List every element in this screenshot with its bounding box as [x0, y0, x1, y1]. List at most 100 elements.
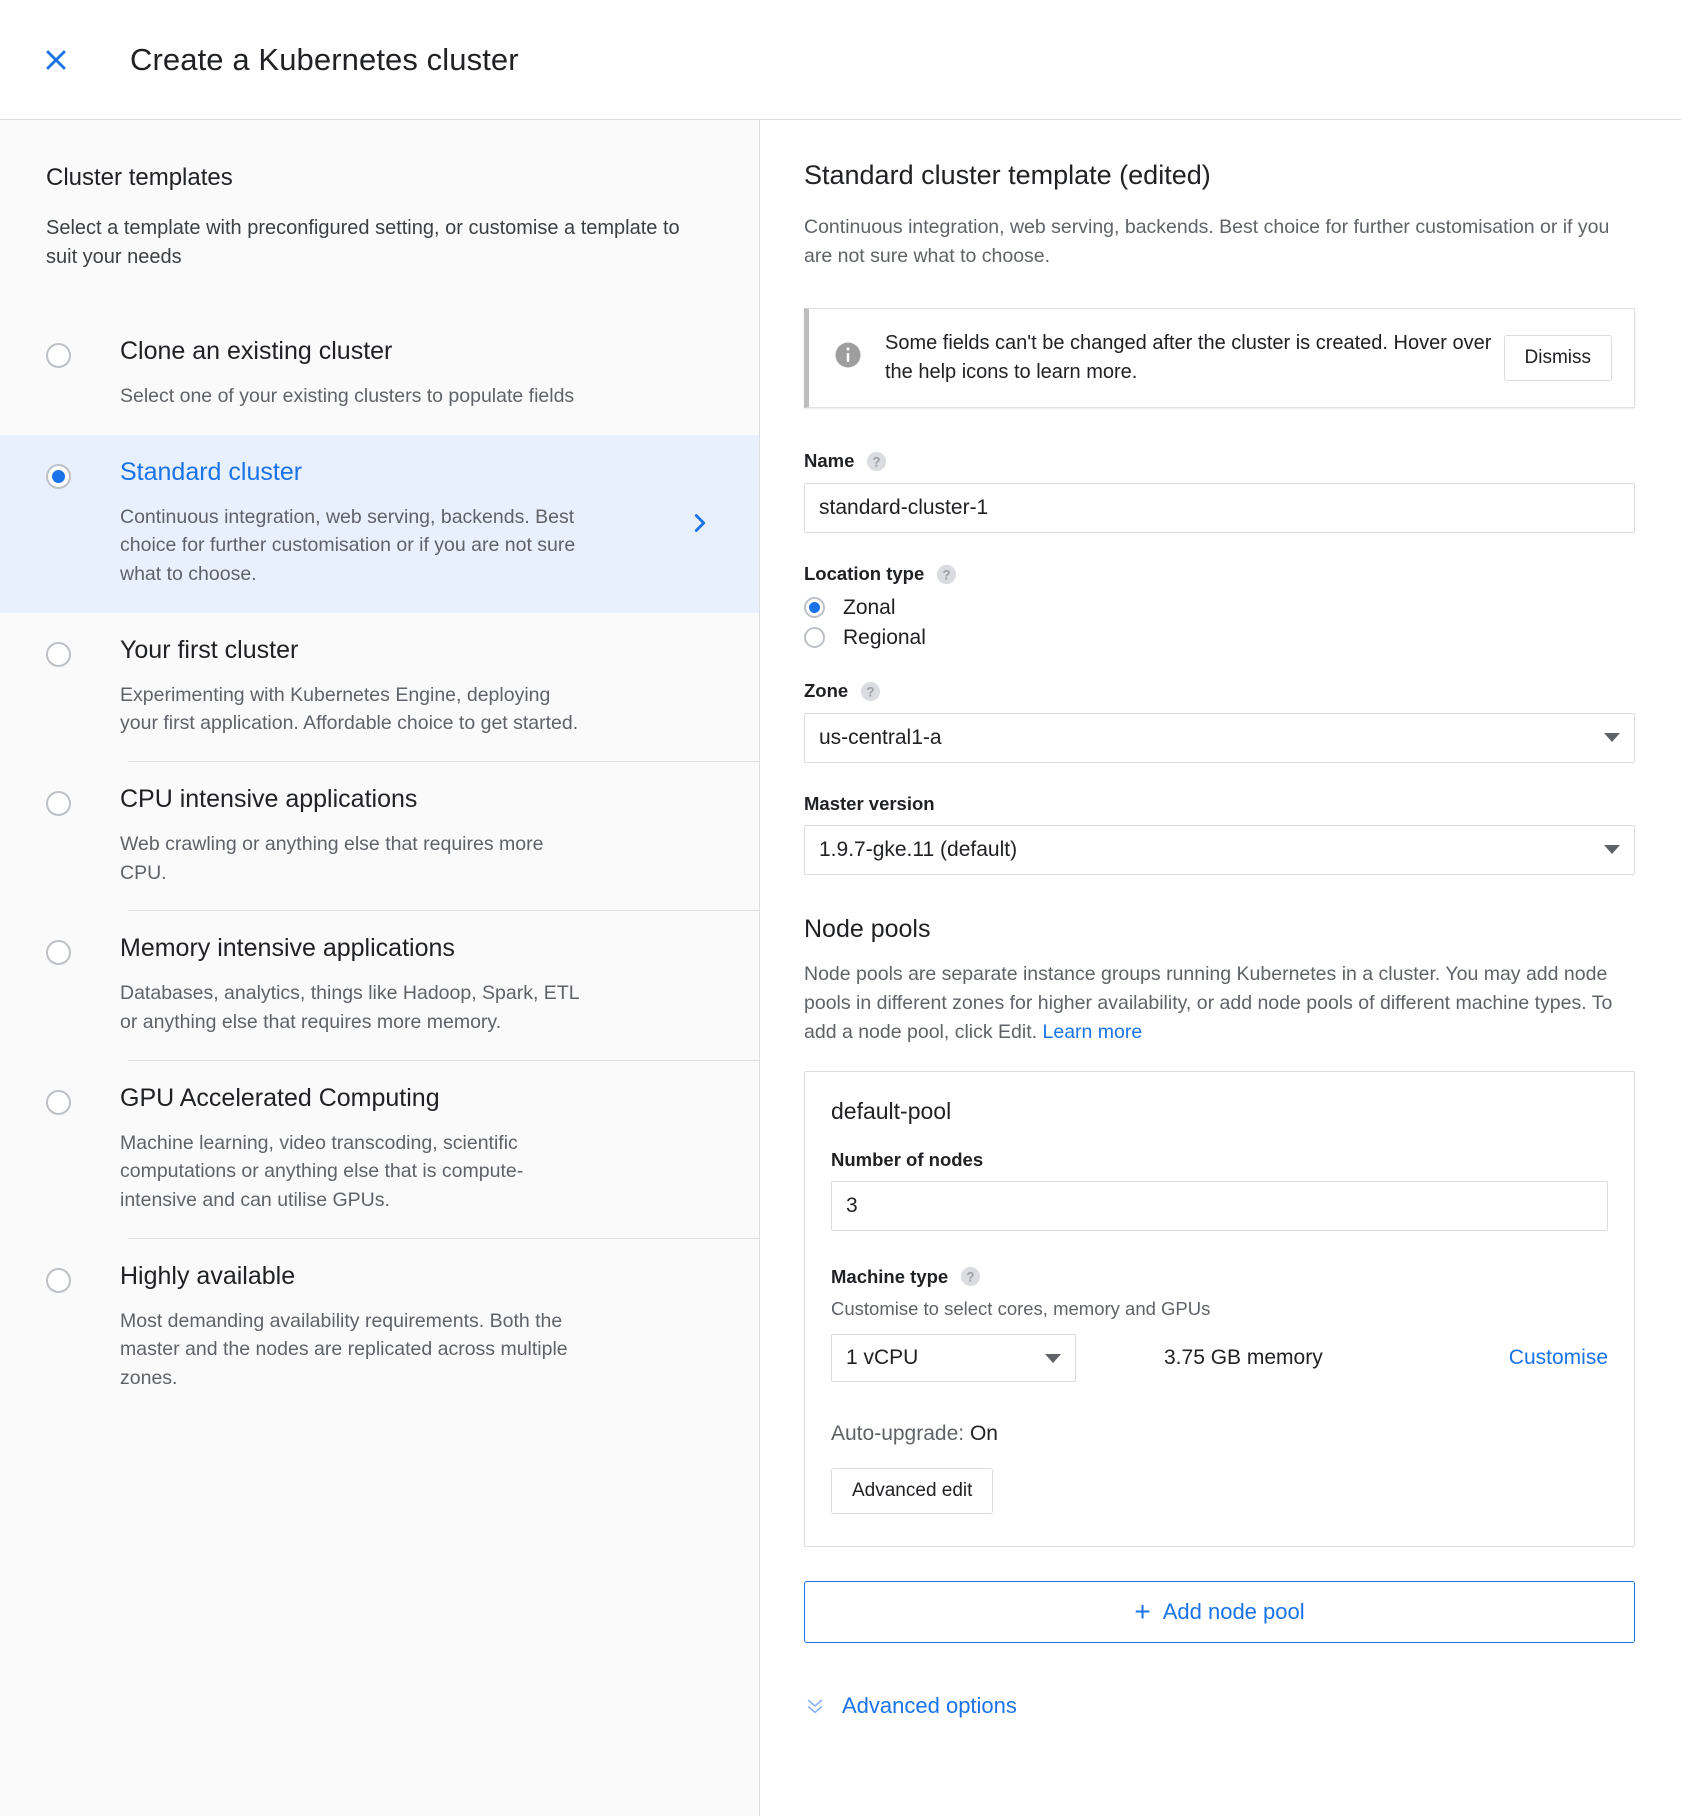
location-type-option-label: Zonal: [843, 595, 896, 619]
chevron-right-icon[interactable]: [685, 508, 715, 538]
template-description: Most demanding availability requirements…: [120, 1309, 568, 1389]
template-description: Databases, analytics, things like Hadoop…: [120, 982, 579, 1033]
radio-standard-cluster[interactable]: [46, 463, 71, 489]
machine-type-value: 1 vCPU: [846, 1346, 919, 1370]
template-option-cpu-intensive-applications[interactable]: CPU intensive applications Web crawling …: [0, 762, 759, 912]
machine-memory-value: 3.75 GB memory: [1164, 1346, 1323, 1370]
svg-text:?: ?: [867, 684, 875, 699]
location-type-group: Location type ? Zonal Regional: [804, 563, 1635, 650]
template-option-your-first-cluster[interactable]: Your first cluster Experimenting with Ku…: [0, 613, 759, 762]
template-description: Continuous integration, web serving, bac…: [120, 505, 576, 585]
radio-cpu-intensive-applications[interactable]: [46, 790, 71, 816]
template-name: GPU Accelerated Computing: [120, 1083, 440, 1112]
master-version-group: Master version 1.9.7-gke.11 (default): [804, 793, 1635, 875]
template-description: Web crawling or anything else that requi…: [120, 832, 544, 884]
help-icon[interactable]: ?: [935, 563, 958, 586]
create-cluster-dialog: Create a Kubernetes cluster Cluster temp…: [0, 0, 1681, 1817]
node-pools-title: Node pools: [804, 914, 931, 943]
template-description: Experimenting with Kubernetes Engine, de…: [120, 683, 579, 735]
cluster-config-panel: Standard cluster template (edited) Conti…: [760, 120, 1681, 1816]
add-node-pool-label: Add node pool: [1162, 1599, 1305, 1625]
info-banner: Some fields can't be changed after the c…: [804, 307, 1635, 408]
auto-upgrade-status: Auto-upgrade: On: [831, 1422, 1608, 1446]
help-icon[interactable]: ?: [859, 680, 882, 703]
customise-link[interactable]: Customise: [1509, 1346, 1608, 1370]
name-field-group: Name ?: [804, 450, 1635, 533]
master-version-select[interactable]: 1.9.7-gke.11 (default): [804, 824, 1635, 875]
number-of-nodes-label: Number of nodes: [831, 1149, 1608, 1171]
svg-text:?: ?: [873, 454, 881, 469]
radio-clone-an-existing-cluster[interactable]: [46, 343, 71, 368]
location-type-label-text: Location type: [804, 563, 925, 584]
template-name: Your first cluster: [120, 635, 299, 664]
template-option-standard-cluster[interactable]: Standard cluster Continuous integration,…: [0, 434, 759, 613]
template-name: Clone an existing cluster: [120, 337, 393, 365]
chevron-down-icon: [1604, 845, 1620, 854]
svg-text:?: ?: [943, 567, 951, 582]
help-icon[interactable]: ?: [865, 450, 888, 473]
location-type-option-label: Regional: [843, 625, 926, 649]
radio-zonal[interactable]: [804, 597, 825, 618]
machine-type-label-text: Machine type: [831, 1265, 949, 1287]
template-option-gpu-accelerated-computing[interactable]: GPU Accelerated Computing Machine learni…: [0, 1061, 759, 1239]
location-type-label: Location type ?: [804, 563, 1635, 586]
zone-field-group: Zone ? us-central1-a: [804, 680, 1635, 763]
node-pool-name: default-pool: [831, 1098, 952, 1125]
cluster-templates-sidebar: Cluster templates Select a template with…: [0, 120, 760, 1816]
sidebar-title: Cluster templates: [46, 164, 233, 191]
advanced-options-label: Advanced options: [842, 1693, 1017, 1719]
svg-text:?: ?: [967, 1270, 975, 1285]
info-banner-text: Some fields can't be changed after the c…: [885, 331, 1492, 383]
help-icon[interactable]: ?: [959, 1265, 982, 1288]
plus-icon: +: [1134, 1596, 1151, 1628]
info-icon: [833, 340, 863, 375]
template-option-highly-available[interactable]: Highly available Most demanding availabi…: [0, 1239, 759, 1417]
template-name: Highly available: [120, 1261, 296, 1290]
auto-upgrade-label: Auto-upgrade:: [831, 1422, 970, 1446]
template-option-clone-an-existing-cluster[interactable]: Clone an existing cluster Select one of …: [0, 314, 759, 435]
advanced-edit-button[interactable]: Advanced edit: [831, 1468, 994, 1515]
node-pools-description: Node pools are separate instance groups …: [804, 960, 1635, 1048]
radio-highly-available[interactable]: [46, 1267, 71, 1293]
location-type-option-regional[interactable]: Regional: [804, 626, 1635, 650]
template-name: Memory intensive applications: [120, 934, 455, 963]
node-pools-description-text: Node pools are separate instance groups …: [804, 962, 1613, 1044]
template-description: Machine learning, video transcoding, sci…: [120, 1131, 524, 1211]
zone-label-text: Zone: [804, 680, 849, 701]
machine-type-row: 1 vCPU 3.75 GB memory Customise: [831, 1334, 1608, 1383]
radio-memory-intensive-applications[interactable]: [46, 940, 71, 966]
sidebar-subtitle: Select a template with preconfigured set…: [46, 217, 680, 268]
chevron-down-icon: [1604, 733, 1620, 742]
name-label: Name ?: [804, 450, 1635, 473]
template-name: CPU intensive applications: [120, 784, 418, 813]
template-description: Select one of your existing clusters to …: [120, 385, 575, 407]
name-label-text: Name: [804, 450, 855, 471]
template-option-memory-intensive-applications[interactable]: Memory intensive applications Databases,…: [0, 911, 759, 1061]
machine-type-select[interactable]: 1 vCPU: [831, 1334, 1076, 1383]
master-version-label: Master version: [804, 793, 1635, 815]
zone-select[interactable]: us-central1-a: [804, 712, 1635, 763]
master-version-value: 1.9.7-gke.11 (default): [819, 837, 1018, 861]
location-type-option-zonal[interactable]: Zonal: [804, 596, 1635, 620]
learn-more-link[interactable]: Learn more: [1043, 1021, 1143, 1043]
number-of-nodes-input[interactable]: [831, 1181, 1608, 1232]
add-node-pool-button[interactable]: + Add node pool: [804, 1581, 1635, 1644]
dismiss-button[interactable]: Dismiss: [1503, 334, 1612, 381]
template-detail-title: Standard cluster template (edited): [804, 160, 1211, 190]
zone-label: Zone ?: [804, 680, 1635, 703]
radio-regional[interactable]: [804, 627, 825, 648]
close-icon[interactable]: [34, 38, 78, 82]
page-title: Create a Kubernetes cluster: [130, 41, 519, 77]
master-version-label-text: Master version: [804, 792, 935, 814]
double-chevron-down-icon: [804, 1695, 826, 1717]
template-detail-subtitle: Continuous integration, web serving, bac…: [804, 216, 1610, 268]
radio-your-first-cluster[interactable]: [46, 641, 71, 667]
radio-gpu-accelerated-computing[interactable]: [46, 1089, 71, 1115]
machine-type-label: Machine type ?: [831, 1265, 1608, 1288]
machine-type-hint: Customise to select cores, memory and GP…: [831, 1298, 1211, 1320]
template-list: Clone an existing cluster Select one of …: [0, 314, 759, 1417]
name-input[interactable]: [804, 482, 1635, 533]
dialog-header: Create a Kubernetes cluster: [0, 0, 1681, 120]
node-pool-card: default-pool Number of nodes Machine typ…: [804, 1071, 1635, 1548]
advanced-options-toggle[interactable]: Advanced options: [804, 1693, 1635, 1719]
